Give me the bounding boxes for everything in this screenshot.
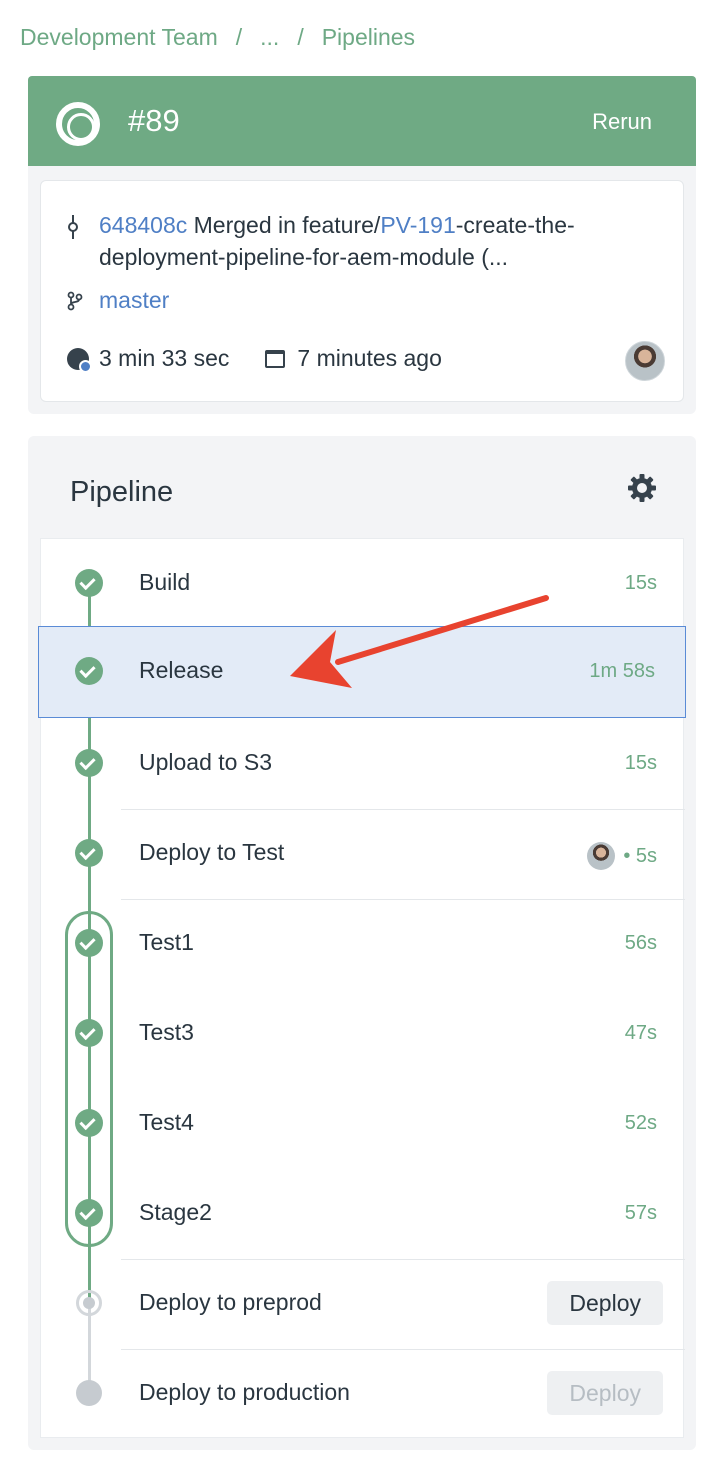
step-stage2[interactable]: Stage2 57s [41, 1169, 685, 1259]
step-name: Deploy to production [139, 1379, 350, 1405]
run-status-header: #89 Rerun [28, 76, 696, 166]
blocked-status-icon [76, 1380, 102, 1406]
run-duration: 3 min 33 sec [99, 345, 230, 371]
step-test4[interactable]: Test4 52s [41, 1079, 685, 1169]
success-check-icon [75, 1199, 103, 1227]
step-duration: 52s [624, 1112, 657, 1134]
rerun-button[interactable]: Rerun [592, 109, 652, 135]
avatar [587, 842, 616, 870]
step-test1[interactable]: Test1 56s [41, 899, 685, 989]
step-deploy-to-test[interactable]: Deploy to Test • 5s [41, 809, 685, 899]
clock-icon [67, 347, 92, 373]
commit-card: 648408c Merged in feature/PV-191-create-… [40, 180, 684, 402]
step-name: Deploy to Test [139, 839, 285, 865]
breadcrumb-development-team[interactable]: Development Team [20, 24, 218, 51]
step-build[interactable]: Build 15s [41, 539, 685, 629]
step-name: Upload to S3 [139, 749, 272, 775]
branch-link[interactable]: master [99, 287, 169, 314]
issue-link[interactable]: PV-191 [380, 212, 455, 238]
breadcrumb-separator: / [235, 24, 243, 50]
step-deploy-to-production[interactable]: Deploy to production Deploy [41, 1349, 685, 1439]
success-check-icon [75, 839, 103, 867]
step-duration: 57s [624, 1202, 657, 1224]
commit-message-prefix: Merged in feature/ [187, 212, 381, 238]
deploy-preprod-button[interactable]: Deploy [547, 1281, 663, 1325]
run-time-ago: 7 minutes ago [297, 345, 442, 371]
step-release[interactable]: Release 1m 58s [38, 626, 686, 718]
calendar-icon [265, 349, 286, 368]
success-check-icon [75, 657, 103, 685]
commit-icon [68, 215, 78, 239]
pending-status-icon [76, 1290, 102, 1316]
step-test3[interactable]: Test3 47s [41, 989, 685, 1079]
breadcrumb: Development Team / ... / Pipelines [20, 24, 415, 51]
success-check-icon [75, 929, 103, 957]
gear-icon[interactable] [626, 472, 658, 504]
commit-message: 648408c Merged in feature/PV-191-create-… [99, 209, 669, 273]
step-name: Build [139, 569, 191, 595]
breadcrumb-separator: / [297, 24, 304, 50]
step-name: Test1 [139, 929, 194, 955]
success-check-icon [75, 1109, 103, 1137]
step-name: Stage2 [139, 1199, 212, 1225]
breadcrumb-pipelines[interactable]: Pipelines [322, 24, 415, 51]
commit-hash-link[interactable]: 648408c [99, 212, 187, 238]
run-meta: 3 min 33 sec 7 minutes ago [67, 345, 442, 373]
avatar[interactable] [625, 341, 665, 381]
step-name: Test3 [139, 1019, 194, 1045]
pipeline-panel: Pipeline Build 15s Release 1m 58s Upload… [28, 436, 696, 1450]
step-name: Test4 [139, 1109, 194, 1135]
step-name: Deploy to preprod [139, 1289, 322, 1315]
step-duration: 47s [624, 1022, 657, 1044]
branch-icon [67, 291, 83, 316]
pipeline-steps: Build 15s Release 1m 58s Upload to S3 15… [38, 538, 686, 1439]
step-duration: 56s [624, 932, 657, 954]
step-duration: • 5s [623, 844, 657, 867]
pipeline-title: Pipeline [70, 476, 174, 508]
success-check-icon [75, 569, 103, 597]
divider [121, 899, 685, 900]
step-deploy-to-preprod[interactable]: Deploy to preprod Deploy [41, 1259, 685, 1349]
divider [121, 1349, 685, 1350]
divider [121, 1259, 685, 1260]
breadcrumb-ellipsis[interactable]: ... [260, 24, 279, 51]
divider [121, 809, 685, 810]
success-check-icon [75, 749, 103, 777]
in-progress-status-icon [56, 102, 100, 146]
step-upload-to-s3[interactable]: Upload to S3 15s [41, 719, 685, 809]
deploy-production-button: Deploy [547, 1371, 663, 1415]
step-duration: 1m 58s [589, 660, 655, 682]
step-duration: 15s [624, 572, 657, 594]
run-number: #89 [128, 103, 180, 138]
step-duration: 15s [624, 752, 657, 774]
run-info-panel: 648408c Merged in feature/PV-191-create-… [28, 166, 696, 414]
step-duration-group: • 5s [587, 842, 657, 870]
success-check-icon [75, 1019, 103, 1047]
step-name: Release [139, 657, 224, 683]
